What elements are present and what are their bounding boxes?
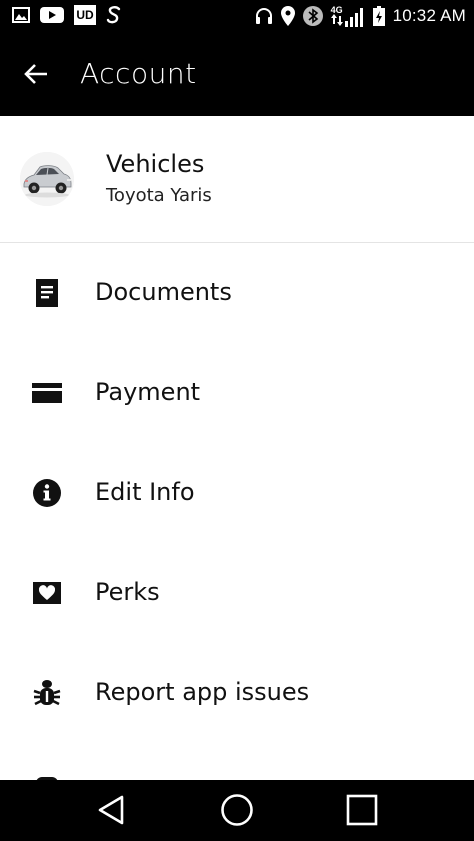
youtube-icon (40, 7, 64, 23)
heart-tag-icon (30, 576, 64, 610)
back-button[interactable] (16, 54, 56, 94)
home-circle-icon (221, 794, 253, 826)
signal-bars-icon (344, 8, 363, 27)
vehicles-row[interactable]: Vehicles Toyota Yaris (0, 116, 474, 243)
app-bar: Account (0, 32, 474, 116)
menu-item-documents[interactable]: Documents (0, 242, 474, 342)
nav-back-button[interactable] (86, 790, 136, 830)
menu-label-report-issues: Report app issues (95, 678, 310, 706)
menu-item-report-issues[interactable]: Report app issues (0, 642, 474, 742)
nav-home-button[interactable] (212, 790, 262, 830)
status-time: 10:32 AM (392, 6, 466, 25)
vehicle-avatar (20, 152, 74, 206)
vehicles-title: Vehicles (106, 150, 205, 178)
account-menu: Documents Payment Edit Info Perks Report… (0, 242, 474, 742)
back-triangle-icon (98, 795, 124, 825)
menu-label-perks: Perks (95, 578, 160, 606)
data-arrows-icon (330, 14, 343, 26)
location-icon (280, 6, 295, 26)
document-icon (30, 276, 64, 310)
menu-label-documents: Documents (95, 278, 232, 306)
back-arrow-icon (24, 64, 47, 84)
status-right-icons: 4G 10:32 AM (255, 4, 466, 28)
bluetooth-icon (302, 6, 323, 26)
car-image-icon (20, 152, 74, 206)
gallery-icon (12, 7, 30, 23)
menu-item-payment[interactable]: Payment (0, 342, 474, 442)
signal-4g-icon: 4G (330, 5, 365, 27)
status-left-icons: UD (12, 5, 122, 25)
info-icon (30, 476, 64, 510)
bug-icon (30, 676, 64, 710)
menu-item-perks[interactable]: Perks (0, 542, 474, 642)
s-app-icon (106, 6, 121, 24)
nav-recents-button[interactable] (337, 790, 387, 830)
headphones-icon (255, 8, 272, 24)
page-title: Account (80, 57, 197, 90)
battery-icon (372, 6, 385, 26)
status-bar: UD 4G 10:32 AM (0, 0, 474, 32)
ud-icon: UD (74, 5, 96, 25)
ud-label: UD (76, 8, 94, 22)
menu-label-edit-info: Edit Info (95, 478, 195, 506)
card-icon (30, 376, 64, 410)
menu-label-payment: Payment (95, 378, 201, 406)
menu-item-edit-info[interactable]: Edit Info (0, 442, 474, 542)
vehicle-model: Toyota Yaris (106, 185, 212, 206)
system-nav-bar (0, 780, 474, 841)
recents-square-icon (346, 794, 378, 826)
